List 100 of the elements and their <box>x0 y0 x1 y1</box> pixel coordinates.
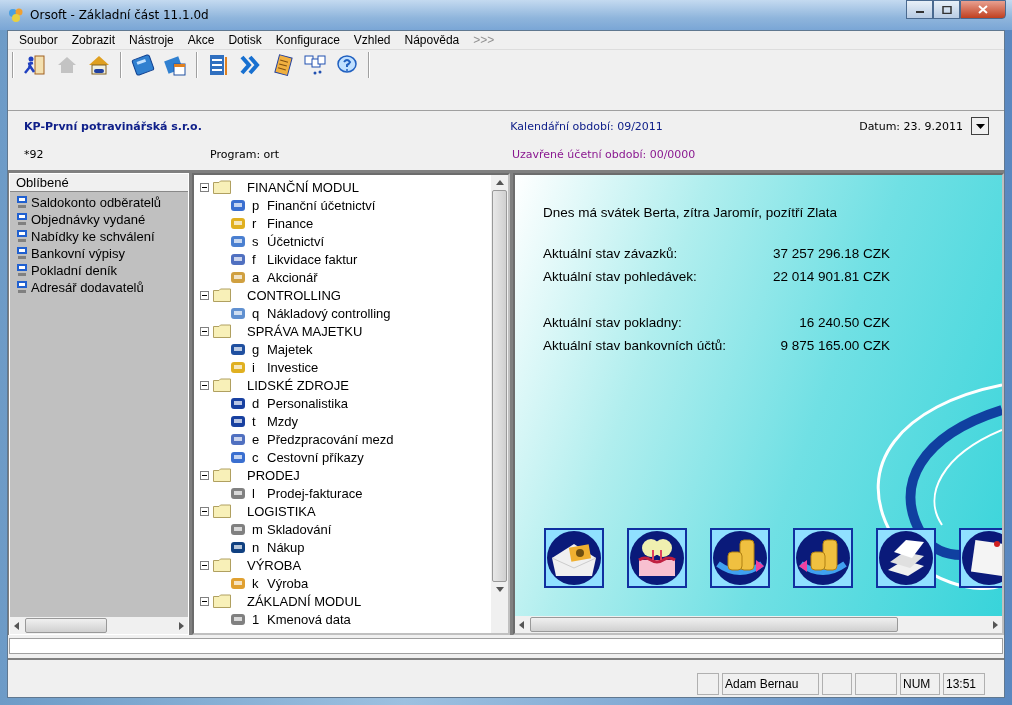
scroll-right-icon[interactable] <box>179 621 184 630</box>
collapse-icon[interactable] <box>200 380 209 390</box>
shortcut-key: c <box>252 449 261 465</box>
module-icon <box>230 197 246 213</box>
favorites-header: Oblíbené <box>10 174 188 192</box>
name-day-text: Dnes má svátek Berta, zítra Jaromír, pozítří Zlata <box>543 205 839 220</box>
status-panel <box>822 673 852 695</box>
stat-label: Aktuální stav bankovních účtů: <box>543 338 728 355</box>
module-icon <box>230 539 246 555</box>
coins-button[interactable] <box>793 528 853 588</box>
collapse-icon[interactable] <box>200 596 209 606</box>
shortcut-key: l <box>252 485 261 501</box>
tree-item[interactable]: Investice <box>267 359 319 375</box>
tree-group[interactable]: SPRÁVA MAJETKU <box>247 323 363 339</box>
menu-item[interactable]: Nástroje <box>122 33 181 47</box>
tree-item[interactable]: Skladování <box>267 521 332 537</box>
maximize-button[interactable] <box>933 0 960 19</box>
tree-item[interactable]: Nákladový controlling <box>267 305 391 321</box>
menu-item[interactable]: Konfigurace <box>268 33 347 47</box>
stat-label: Aktuální stav pokladny: <box>543 315 683 332</box>
shortcut-key: i <box>252 359 261 375</box>
tree-item[interactable]: Likvidace faktur <box>267 251 358 267</box>
menu-item[interactable]: Vzhled <box>346 33 398 47</box>
tree-item[interactable]: Akcionář <box>267 269 318 285</box>
shortcut-key: k <box>252 575 261 591</box>
tree-item[interactable]: Finanční účetnictví <box>267 197 376 213</box>
collapse-icon[interactable] <box>200 470 209 480</box>
menu-item[interactable]: Zobrazit <box>64 33 123 47</box>
module-icon <box>230 413 246 429</box>
folder-icon <box>213 504 231 518</box>
stat-value: 9 875 165.00 CZK <box>779 338 890 355</box>
tree-item[interactable]: Prodej-fakturace <box>267 485 363 501</box>
module-icon <box>230 359 246 375</box>
module-icon <box>230 305 246 321</box>
command-field[interactable] <box>9 638 1003 654</box>
close-icon <box>978 5 988 14</box>
menu-item[interactable]: Dotisk <box>221 33 269 47</box>
menu-item[interactable]: Nápověda <box>397 33 467 47</box>
shortcut-key: 1 <box>252 611 261 627</box>
note-button[interactable] <box>959 528 1002 588</box>
module-icon <box>230 449 246 465</box>
tree-group[interactable]: CONTROLLING <box>247 287 341 303</box>
tree-item[interactable]: Výroba <box>267 575 309 591</box>
shortcut-key: s <box>252 233 261 249</box>
horizontal-scrollbar[interactable] <box>10 617 188 634</box>
scroll-right-icon[interactable] <box>993 620 998 629</box>
favorite-item[interactable]: Objednávky vydané <box>31 212 146 227</box>
collapse-icon[interactable] <box>200 182 209 192</box>
favorite-item[interactable]: Nabídky ke schválení <box>31 229 155 244</box>
collapse-icon[interactable] <box>200 290 209 300</box>
module-icon <box>230 431 246 447</box>
tree-item[interactable]: Předzpracování mezd <box>267 431 394 447</box>
module-icon <box>230 269 246 285</box>
collapse-icon[interactable] <box>200 506 209 516</box>
scroll-left-icon[interactable] <box>14 621 19 630</box>
vertical-scrollbar[interactable] <box>491 175 508 633</box>
favorite-item[interactable]: Pokladní deník <box>31 263 117 278</box>
scroll-down-icon[interactable] <box>495 587 504 592</box>
favorite-item[interactable]: Adresář dodavatelů <box>31 280 144 295</box>
tree-item[interactable]: Majetek <box>267 341 313 357</box>
tree-item[interactable]: Mzdy <box>267 413 299 429</box>
dropdown-button[interactable] <box>971 117 989 135</box>
tree-item[interactable]: Personalistika <box>267 395 348 411</box>
exit-icon[interactable] <box>22 52 48 78</box>
scroll-up-icon[interactable] <box>495 180 504 185</box>
papers-button[interactable] <box>876 528 936 588</box>
shortcut-key: t <box>252 413 261 429</box>
module-icon <box>230 521 246 537</box>
puzzle-icon <box>8 7 24 23</box>
caret-icon <box>975 123 985 129</box>
collapse-icon[interactable] <box>200 326 209 336</box>
tree-item[interactable]: Cestovní příkazy <box>267 449 364 465</box>
tree-group[interactable]: VÝROBA <box>247 557 302 573</box>
stat-value: 22 014 901.81 CZK <box>771 269 890 286</box>
closed-period-value: 00/0000 <box>649 147 696 161</box>
envelope-button[interactable] <box>544 528 604 588</box>
tree-group[interactable]: FINANČNÍ MODUL <box>247 179 359 195</box>
menu-item[interactable]: Soubor <box>12 33 65 47</box>
tree-group[interactable]: LOGISTIKA <box>247 503 316 519</box>
minimize-button[interactable] <box>906 0 933 19</box>
close-button[interactable] <box>960 0 1006 19</box>
module-icon <box>230 251 246 267</box>
tree-item[interactable]: Účetnictví <box>267 233 325 249</box>
program-label: Program: ort <box>210 147 281 161</box>
menu-item[interactable]: Akce <box>180 33 222 47</box>
tree-item[interactable]: Nákup <box>267 539 305 555</box>
tree-group[interactable]: PRODEJ <box>247 467 300 483</box>
folder-icon <box>213 288 231 302</box>
tree-group[interactable]: LIDSKÉ ZDROJE <box>247 377 349 393</box>
tree-group[interactable]: ZÁKLADNÍ MODUL <box>247 593 362 609</box>
stat-value: 16 240.50 CZK <box>798 315 890 332</box>
scroll-left-icon[interactable] <box>519 620 524 629</box>
tree-item[interactable]: Kmenová data <box>267 611 351 627</box>
coins-button[interactable] <box>710 528 770 588</box>
tree-item[interactable]: Finance <box>267 215 314 231</box>
favorite-item[interactable]: Saldokonto odběratelů <box>31 195 162 210</box>
collapse-icon[interactable] <box>200 560 209 570</box>
cake-button[interactable] <box>627 528 687 588</box>
favorite-item[interactable]: Bankovní výpisy <box>31 246 125 261</box>
shortcut-key: q <box>252 305 261 321</box>
